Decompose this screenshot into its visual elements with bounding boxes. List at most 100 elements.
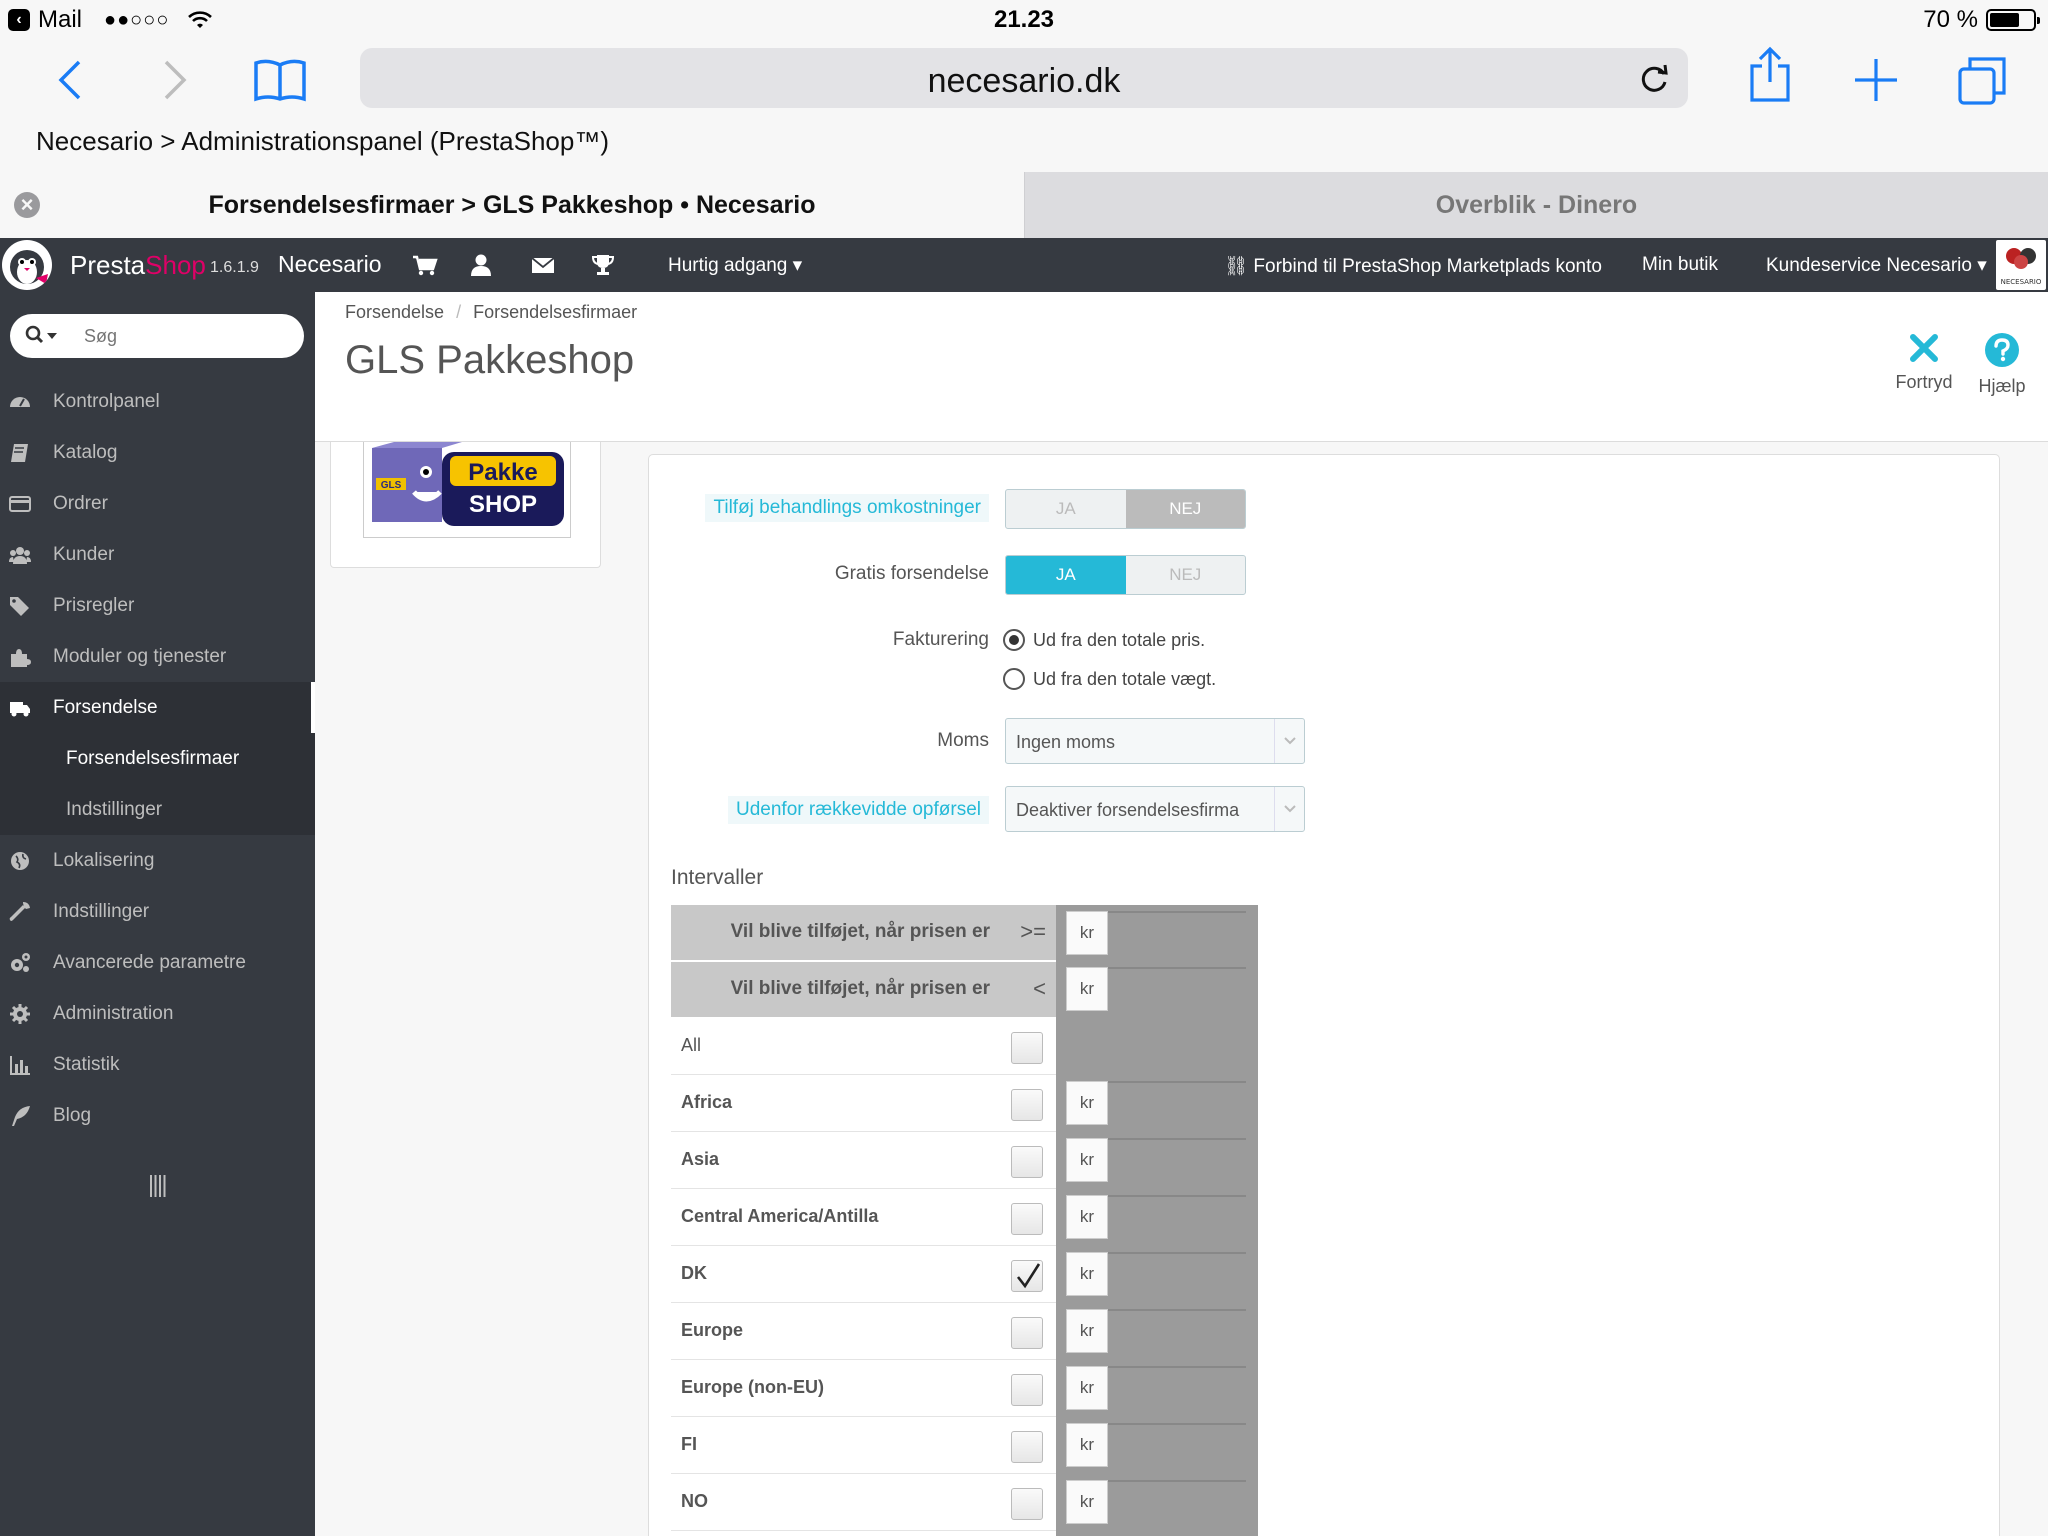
site-page-title: Necesario > Administrationspanel (Presta… [36, 126, 610, 156]
close-tab-icon[interactable]: × [14, 192, 40, 218]
marketplace-link[interactable]: ⛓ Forbind til PrestaShop Marketplads kon… [1224, 254, 1602, 278]
reload-icon[interactable] [1636, 60, 1672, 96]
share-icon[interactable] [1740, 44, 1800, 104]
radio-button[interactable] [1003, 629, 1025, 651]
billing-option-weight[interactable]: Ud fra den totale vægt. [1003, 668, 1216, 690]
new-tab-icon[interactable] [1846, 50, 1906, 110]
sidebar-item-advanced-parameters[interactable]: Avancerede parametre [0, 937, 315, 988]
collapse-sidebar-icon[interactable] [150, 1175, 166, 1197]
status-bar: ‹ Mail ●●○○○ 21.23 70 % [0, 0, 2048, 40]
sidebar-subitem-preferences[interactable]: Indstillinger [0, 784, 315, 835]
free-shipping-no[interactable]: NEJ [1126, 556, 1246, 594]
out-of-range-label[interactable]: Udenfor rækkevidde opførsel [728, 796, 989, 824]
zone-price-input[interactable]: kr [1066, 1480, 1246, 1524]
sidebar-item-stats[interactable]: Statistik [0, 1039, 315, 1090]
zone-price-input[interactable]: kr [1066, 1138, 1246, 1182]
handling-yes[interactable]: JA [1006, 490, 1126, 528]
handling-no[interactable]: NEJ [1125, 490, 1245, 528]
carrier-logo-panel: GLS Pakke SHOP [330, 442, 601, 568]
help-button[interactable]: Hjælp [1962, 332, 2042, 397]
prestashop-logo[interactable] [2, 240, 52, 290]
carrier-logo: GLS Pakke SHOP [363, 442, 571, 538]
search-icon[interactable] [24, 324, 58, 348]
zone-price-input[interactable]: kr [1066, 1081, 1246, 1125]
caret-down-icon: ▾ [1977, 255, 1987, 276]
globe-icon [11, 851, 29, 870]
range-from-input[interactable]: kr [1066, 911, 1246, 955]
tax-select[interactable]: Ingen moms [1005, 718, 1305, 764]
free-shipping-switch[interactable]: JA NEJ [1005, 555, 1246, 595]
sidebar-item-customers[interactable]: Kunder [0, 529, 315, 580]
zone-price-input[interactable]: kr [1066, 1195, 1246, 1239]
zone-checkbox[interactable] [1011, 1260, 1043, 1292]
address-bar[interactable]: necesario.dk [360, 48, 1688, 108]
sidebar-item-modules[interactable]: Moduler og tjenester [0, 631, 315, 682]
chevron-down-icon [1274, 787, 1304, 831]
zone-price-input[interactable]: kr [1066, 1252, 1246, 1296]
sidebar-item-dashboard[interactable]: Kontrolpanel [0, 376, 315, 427]
breadcrumb-item[interactable]: Forsendelsesfirmaer [473, 302, 637, 322]
sidebar-item-catalog[interactable]: Katalog [0, 427, 315, 478]
handling-label[interactable]: Tilføj behandlings omkostninger [705, 494, 989, 522]
gear-icon [10, 1003, 30, 1024]
zone-name: Africa [681, 1092, 733, 1112]
admin-header: PrestaShop 1.6.1.9 Necesario Hurtig adga… [0, 238, 2048, 292]
employee-menu[interactable]: Kundeservice Necesario ▾ [1766, 254, 1987, 277]
sidebar-subitem-carriers[interactable]: Forsendelsesfirmaer [0, 733, 315, 784]
zone-checkbox[interactable] [1011, 1488, 1043, 1520]
free-shipping-yes[interactable]: JA [1006, 556, 1126, 594]
tab-inactive[interactable]: Overblik - Dinero [1024, 172, 2048, 238]
bookmarks-icon[interactable] [250, 50, 310, 110]
intervals-title: Intervaller [671, 866, 764, 889]
user-icon[interactable] [468, 252, 494, 278]
envelope-icon[interactable] [530, 252, 556, 278]
zone-checkbox[interactable] [1011, 1203, 1043, 1235]
zone-checkbox[interactable] [1011, 1146, 1043, 1178]
checkbox-all[interactable] [1011, 1032, 1043, 1064]
sidebar-item-price-rules[interactable]: Prisregler [0, 580, 315, 631]
tabs-overview-icon[interactable] [1952, 50, 2012, 110]
range-to-input[interactable]: kr [1066, 967, 1246, 1011]
sidebar-item-administration[interactable]: Administration [0, 988, 315, 1039]
sidebar-item-localization[interactable]: Lokalisering [0, 835, 315, 886]
cart-icon[interactable] [412, 252, 438, 278]
sidebar-item-blog[interactable]: Blog [0, 1090, 315, 1141]
handling-switch[interactable]: JA NEJ [1005, 489, 1246, 529]
page-title: GLS Pakkeshop [345, 338, 635, 382]
zone-checkbox[interactable] [1011, 1374, 1043, 1406]
zone-checkbox[interactable] [1011, 1431, 1043, 1463]
sidebar-item-orders[interactable]: Ordrer [0, 478, 315, 529]
free-shipping-label: Gratis forsendelse [834, 563, 989, 584]
zone-name: Europe (non-EU) [681, 1377, 824, 1397]
radio-button[interactable] [1003, 668, 1025, 690]
feather-icon [12, 1105, 30, 1126]
zone-name: Asia [681, 1149, 720, 1169]
zone-price-input[interactable]: kr [1066, 1423, 1246, 1467]
zone-checkbox[interactable] [1011, 1089, 1043, 1121]
out-of-range-select[interactable]: Deaktiver forsendelsesfirma [1005, 786, 1305, 832]
tab-active[interactable]: × Forsendelsesfirmaer > GLS Pakkeshop • … [0, 172, 1024, 238]
trophy-icon[interactable] [590, 252, 616, 278]
search-input[interactable] [84, 322, 284, 350]
cancel-button[interactable]: Fortryd [1884, 332, 1964, 393]
sidebar-item-shipping[interactable]: Forsendelse [0, 682, 315, 733]
my-shop-link[interactable]: Min butik [1642, 254, 1718, 276]
shop-name[interactable]: Necesario [278, 251, 382, 278]
breadcrumb-item[interactable]: Forsendelse [345, 302, 444, 322]
sidebar-item-preferences[interactable]: Indstillinger [0, 886, 315, 937]
svg-text:GLS: GLS [381, 480, 402, 491]
url-text[interactable]: necesario.dk [360, 62, 1688, 101]
back-icon[interactable] [40, 50, 100, 110]
zone-row: Africa [671, 1075, 1056, 1132]
quick-access-menu[interactable]: Hurtig adgang ▾ [668, 254, 802, 277]
zone-checkbox[interactable] [1011, 1317, 1043, 1349]
breadcrumb-separator: / [456, 302, 462, 322]
avatar[interactable]: NECESARIO [1996, 240, 2046, 290]
zone-price-input[interactable]: kr [1066, 1309, 1246, 1353]
chevron-down-icon [1274, 719, 1304, 763]
users-icon [9, 546, 31, 564]
forward-icon[interactable] [145, 50, 205, 110]
zone-price-input[interactable]: kr [1066, 1366, 1246, 1410]
billing-option-price[interactable]: Ud fra den totale pris. [1003, 629, 1205, 651]
zone-name: NO [681, 1491, 708, 1511]
